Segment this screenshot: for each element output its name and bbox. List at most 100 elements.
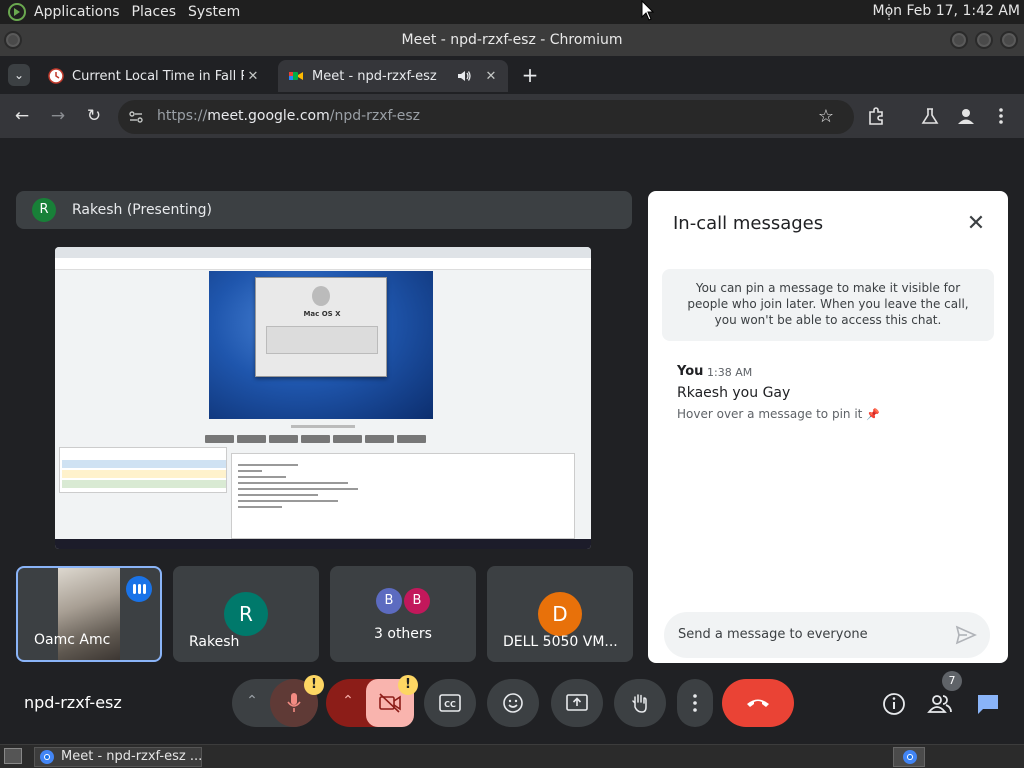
speaker-icon[interactable] bbox=[456, 68, 472, 84]
shared-screen-user-row bbox=[62, 460, 226, 468]
chat-message-input[interactable] bbox=[678, 624, 938, 644]
new-tab-button[interactable]: + bbox=[519, 64, 541, 86]
shared-screen-chat-log bbox=[231, 453, 575, 539]
panel-clock[interactable]: Mon Feb 17, 1:42 AM bbox=[873, 3, 1020, 19]
captions-icon: CC bbox=[439, 694, 461, 712]
more-options-button[interactable] bbox=[677, 679, 713, 727]
camera-options-chevron-icon[interactable]: ⌃ bbox=[338, 693, 358, 713]
installer-box bbox=[266, 326, 378, 354]
shared-screen-button bbox=[301, 435, 330, 443]
shared-screen-taskbar bbox=[55, 539, 591, 549]
address-bar[interactable]: https://meet.google.com/npd-rzxf-esz ☆ bbox=[118, 100, 854, 134]
shared-screen-button bbox=[237, 435, 266, 443]
os-taskbar: Meet - npd-rzxf-esz ... bbox=[0, 744, 1024, 768]
tab-close-icon[interactable]: ✕ bbox=[244, 69, 262, 84]
tab-local-time[interactable]: Current Local Time in Fall River ✕ bbox=[38, 60, 270, 92]
chat-input-box[interactable] bbox=[664, 612, 990, 658]
participant-tile-dell[interactable]: D DELL 5050 VM... bbox=[487, 566, 633, 662]
shared-screen-browser-tabs bbox=[55, 247, 591, 258]
browser-toolbar: ← → ↻ https://meet.google.com/npd-rzxf-e… bbox=[0, 94, 1024, 138]
shared-screen-video[interactable]: Mac OS X bbox=[55, 247, 591, 549]
shared-screen-user-row bbox=[62, 470, 226, 478]
reload-icon[interactable]: ↻ bbox=[82, 104, 106, 128]
reactions-button[interactable] bbox=[487, 679, 539, 727]
window-close-icon[interactable] bbox=[1000, 31, 1018, 49]
meeting-code: npd-rzxf-esz bbox=[24, 693, 122, 712]
apple-logo-icon bbox=[312, 286, 330, 306]
message-hint: Hover over a message to pin it 📌 bbox=[677, 407, 880, 421]
url-path: /npd-rzxf-esz bbox=[329, 108, 421, 124]
chat-title: In-call messages bbox=[673, 213, 824, 234]
url-text: https://meet.google.com/npd-rzxf-esz bbox=[157, 108, 420, 124]
shared-screen-user-list bbox=[59, 447, 227, 493]
maximize-icon[interactable] bbox=[975, 31, 993, 49]
minimize-icon[interactable] bbox=[950, 31, 968, 49]
camera-warning-badge[interactable]: ! bbox=[398, 675, 418, 695]
meet-favicon-icon bbox=[289, 72, 303, 80]
message-sender: You bbox=[677, 364, 704, 379]
shared-screen-button bbox=[397, 435, 426, 443]
message-time: 1:38 AM bbox=[707, 366, 753, 379]
people-count-badge: 7 bbox=[942, 671, 962, 691]
present-button[interactable] bbox=[551, 679, 603, 727]
shared-screen-installer-dialog: Mac OS X bbox=[255, 277, 387, 377]
clock-favicon-icon bbox=[48, 68, 64, 84]
presenter-bar[interactable]: R Rakesh (Presenting) bbox=[16, 191, 632, 229]
hang-up-icon bbox=[747, 699, 769, 707]
bookmark-star-icon[interactable]: ☆ bbox=[814, 105, 838, 129]
raise-hand-button[interactable] bbox=[614, 679, 666, 727]
tab-search-dropdown-icon[interactable]: ⌄ bbox=[8, 64, 30, 86]
menu-places[interactable]: Places bbox=[126, 4, 183, 20]
mic-icon bbox=[287, 693, 301, 712]
browser-menu-icon[interactable] bbox=[996, 106, 1006, 126]
chromium-icon bbox=[40, 750, 54, 764]
tab-close-icon[interactable]: ✕ bbox=[482, 69, 500, 84]
site-settings-icon[interactable] bbox=[128, 109, 144, 125]
mic-warning-badge[interactable]: ! bbox=[304, 675, 324, 695]
extensions-icon[interactable] bbox=[866, 106, 886, 126]
tray-chromium-icon[interactable] bbox=[893, 747, 925, 767]
menu-applications[interactable]: Applications bbox=[28, 4, 126, 20]
shared-screen-button bbox=[365, 435, 394, 443]
pin-hint-text: Hover over a message to pin it bbox=[677, 407, 863, 421]
avatar: B bbox=[404, 588, 430, 614]
profile-icon[interactable] bbox=[955, 105, 977, 127]
participant-tile-rakesh[interactable]: R Rakesh bbox=[173, 566, 319, 662]
participant-tile-self[interactable]: Oamc Amc bbox=[16, 566, 162, 662]
close-icon[interactable]: ✕ bbox=[964, 213, 988, 237]
svg-text:CC: CC bbox=[444, 700, 456, 709]
tab-meet[interactable]: Meet - npd-rzxf-esz ✕ bbox=[278, 60, 508, 92]
hand-icon bbox=[632, 694, 647, 713]
window-title-bar[interactable]: Meet - npd-rzxf-esz - Chromium bbox=[0, 24, 1024, 56]
forward-icon[interactable]: → bbox=[46, 104, 70, 128]
speaking-indicator-icon bbox=[126, 576, 152, 602]
emoji-icon bbox=[503, 693, 523, 713]
tab-strip: ⌄ Current Local Time in Fall River ✕ Mee… bbox=[0, 56, 1024, 94]
show-desktop-icon[interactable] bbox=[4, 748, 22, 764]
people-icon[interactable] bbox=[926, 690, 954, 718]
send-icon[interactable] bbox=[954, 623, 978, 647]
labs-flask-icon[interactable] bbox=[920, 106, 940, 126]
presenter-label: Rakesh (Presenting) bbox=[72, 202, 212, 218]
mouse-cursor-icon bbox=[641, 0, 655, 21]
meeting-info-icon[interactable] bbox=[880, 690, 908, 718]
url-scheme: https:// bbox=[157, 108, 208, 124]
gnome-logo-icon[interactable] bbox=[8, 3, 26, 21]
url-host: meet.google.com bbox=[207, 108, 330, 124]
captions-button[interactable]: CC bbox=[424, 679, 476, 727]
menu-system[interactable]: System bbox=[182, 4, 246, 20]
shared-screen-address-bar bbox=[55, 258, 591, 270]
participant-tile-others[interactable]: B B 3 others bbox=[330, 566, 476, 662]
window-menu-icon[interactable] bbox=[4, 31, 22, 49]
chat-icon[interactable] bbox=[974, 690, 1002, 718]
mic-options-chevron-icon[interactable]: ⌃ bbox=[242, 693, 262, 713]
taskbar-window-button[interactable]: Meet - npd-rzxf-esz ... bbox=[34, 747, 202, 767]
end-call-button[interactable] bbox=[722, 679, 794, 727]
participant-name: 3 others bbox=[374, 626, 432, 642]
message-text[interactable]: Rkaesh you Gay bbox=[677, 385, 790, 401]
pin-icon[interactable]: 📌 bbox=[866, 408, 880, 421]
pin-info-banner: You can pin a message to make it visible… bbox=[662, 269, 994, 341]
avatar: R bbox=[224, 592, 268, 636]
more-vert-icon bbox=[693, 694, 697, 712]
back-icon[interactable]: ← bbox=[10, 104, 34, 128]
